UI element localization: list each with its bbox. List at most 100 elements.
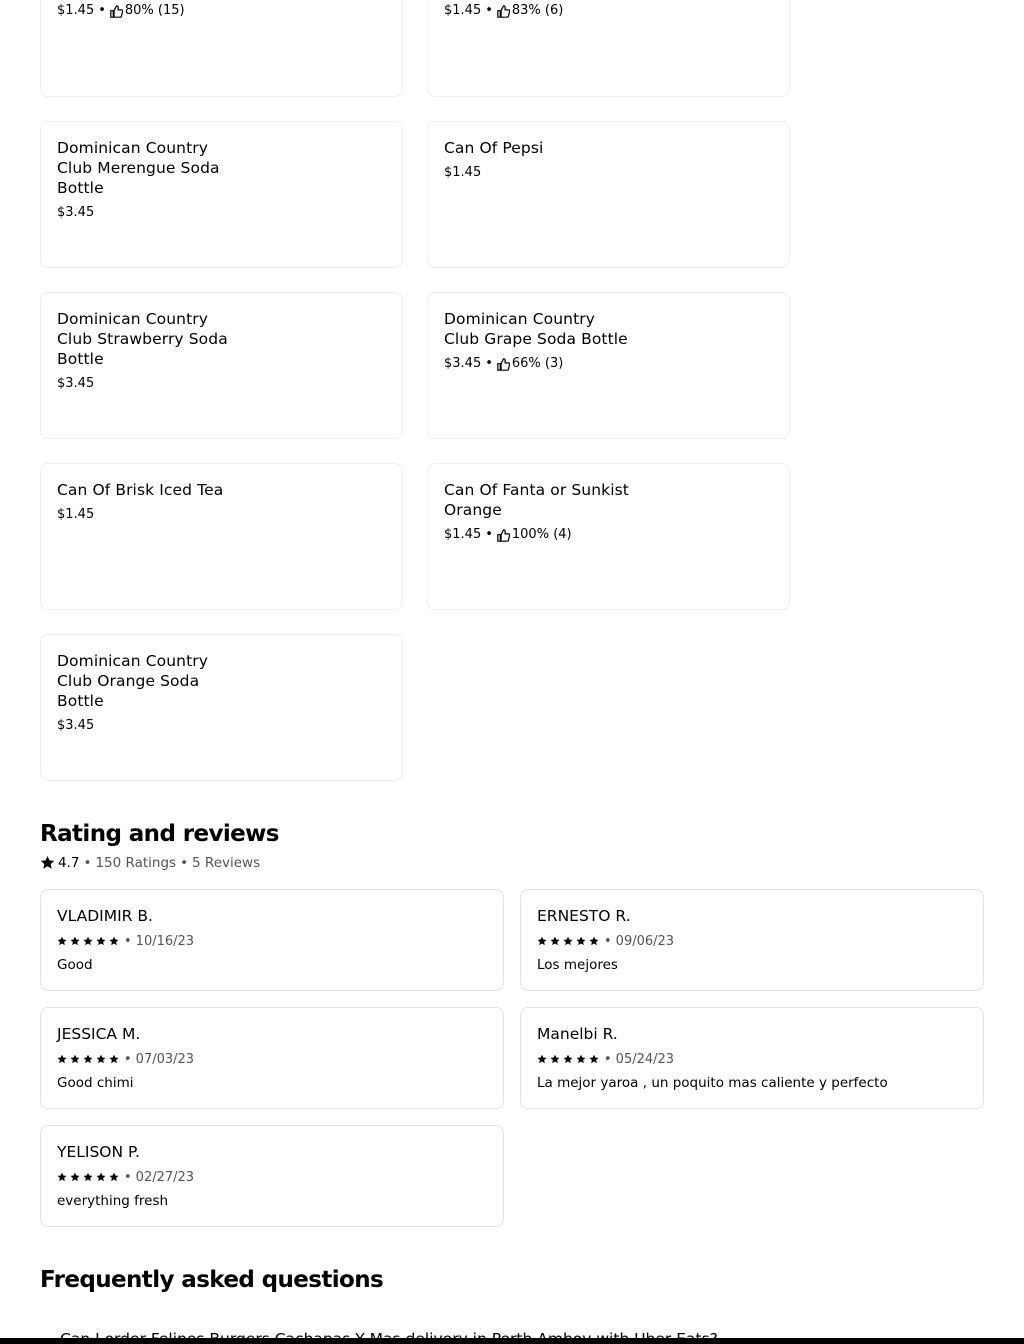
star-icon [563,936,576,946]
star-icon [83,1054,96,1064]
separator: • [124,1169,132,1185]
star-icon [70,1054,83,1064]
star-icon [96,1054,109,1064]
star-icon [83,936,96,946]
menu-item-price: $1.45 [444,165,482,180]
star-icon [563,1054,576,1064]
rating-summary: 4.7 • 150 Ratings • 5 Reviews [40,853,260,873]
menu-item-card[interactable]: Can Of Fanta or Sunkist Orange $1.45 • 1… [427,463,790,610]
separator: • [485,527,493,542]
star-icon [537,936,550,946]
review-author: Manelbi R. [537,1025,618,1043]
menu-item-meta: $3.45 [57,716,386,736]
review-date: 10/16/23 [135,933,195,949]
menu-item-meta: $1.45 • 100% (4) [444,525,773,545]
menu-item-rating: 80% (15) [124,3,185,18]
store-page: $1.45 • 80% (15) $1.45 • 83% (6) Dominic… [0,0,1024,1344]
star-icon [576,936,589,946]
review-date: 05/24/23 [615,1051,675,1067]
menu-item-name: Can Of Fanta or Sunkist Orange [444,481,629,519]
menu-item-meta: $1.45 • 83% (6) [444,1,773,21]
thumbs-up-icon [497,357,510,371]
review-text: Good [57,957,93,973]
menu-item-meta: $3.45 [57,203,386,223]
star-icon [96,936,109,946]
review-stars [57,936,122,946]
review-stars [537,1054,602,1064]
faq-section-title: Frequently asked questions [40,1267,384,1293]
separator: • [180,855,189,871]
review-date: 09/06/23 [615,933,675,949]
separator: • [98,3,106,18]
review-meta: • 02/27/23 [57,1167,487,1187]
menu-item-name: Dominican Country Club Merengue Soda Bot… [57,139,220,197]
menu-item-meta: $3.45 [57,374,386,394]
menu-item-name: Can Of Pepsi [444,139,544,157]
separator: • [604,933,612,949]
star-icon [70,1172,83,1182]
star-icon [96,1172,109,1182]
star-icon [109,936,122,946]
menu-item-price: $1.45 [57,507,95,522]
average-rating: 4.7 [58,855,80,871]
menu-item-meta: $1.45 [57,505,386,525]
review-date: 02/27/23 [135,1169,195,1185]
menu-item-card[interactable]: Dominican Country Club Strawberry Soda B… [40,292,403,439]
review-text: Good chimi [57,1075,134,1091]
menu-item-card[interactable]: Can Of Pepsi $1.45 [427,121,790,268]
star-icon [109,1054,122,1064]
bottom-bar [0,1338,1024,1344]
review-text: Los mejores [537,957,618,973]
menu-item-price: $1.45 [57,3,95,18]
review-card: JESSICA M. • 07/03/23 Good chimi [40,1007,504,1109]
review-stars [537,936,602,946]
menu-item-rating: 66% (3) [511,356,564,371]
star-icon [57,1054,70,1064]
menu-item-price: $3.45 [57,205,95,220]
star-icon [40,855,56,871]
review-meta: • 10/16/23 [57,931,487,951]
ratings-count: 150 Ratings [95,855,177,871]
menu-item-meta: $1.45 [444,163,773,183]
menu-item-rating: 100% (4) [511,527,572,542]
menu-item-name: Dominican Country Club Strawberry Soda B… [57,310,228,368]
review-card: VLADIMIR B. • 10/16/23 Good [40,889,504,991]
menu-item-card[interactable]: Dominican Country Club Orange Soda Bottl… [40,634,403,781]
menu-item-name: Dominican Country Club Orange Soda Bottl… [57,652,209,710]
review-meta: • 07/03/23 [57,1049,487,1069]
separator: • [485,356,493,371]
review-stars [57,1172,122,1182]
review-card: YELISON P. • 02/27/23 everything fresh [40,1125,504,1227]
separator: • [124,1051,132,1067]
menu-item-name: Dominican Country Club Grape Soda Bottle [444,310,628,348]
menu-item-meta: $1.45 • 80% (15) [57,1,386,21]
menu-item-card[interactable]: $1.45 • 83% (6) [427,0,790,97]
review-stars [57,1054,122,1064]
review-text: La mejor yaroa , un poquito mas caliente… [537,1075,888,1091]
menu-item-card[interactable]: Can Of Brisk Iced Tea $1.45 [40,463,403,610]
menu-item-card[interactable]: Dominican Country Club Grape Soda Bottle… [427,292,790,439]
star-icon [550,936,563,946]
separator: • [485,3,493,18]
menu-item-rating: 83% (6) [511,3,564,18]
menu-item-price: $3.45 [444,356,482,371]
star-icon [57,1172,70,1182]
review-date: 07/03/23 [135,1051,195,1067]
review-author: ERNESTO R. [537,907,631,925]
star-icon [109,1172,122,1182]
menu-item-price: $1.45 [444,527,482,542]
review-author: VLADIMIR B. [57,907,153,925]
star-icon [576,1054,589,1064]
star-icon [70,936,83,946]
menu-item-price: $3.45 [57,376,95,391]
review-meta: • 09/06/23 [537,931,967,951]
review-text: everything fresh [57,1193,169,1209]
review-author: JESSICA M. [57,1025,141,1043]
menu-item-card[interactable]: $1.45 • 80% (15) [40,0,403,97]
reviews-section-title: Rating and reviews [40,821,279,847]
menu-item-card[interactable]: Dominican Country Club Merengue Soda Bot… [40,121,403,268]
menu-item-price: $1.45 [444,3,482,18]
star-icon [589,936,602,946]
menu-item-meta: $3.45 • 66% (3) [444,354,773,374]
review-card: Manelbi R. • 05/24/23 La mejor yaroa , un p… [520,1007,984,1109]
